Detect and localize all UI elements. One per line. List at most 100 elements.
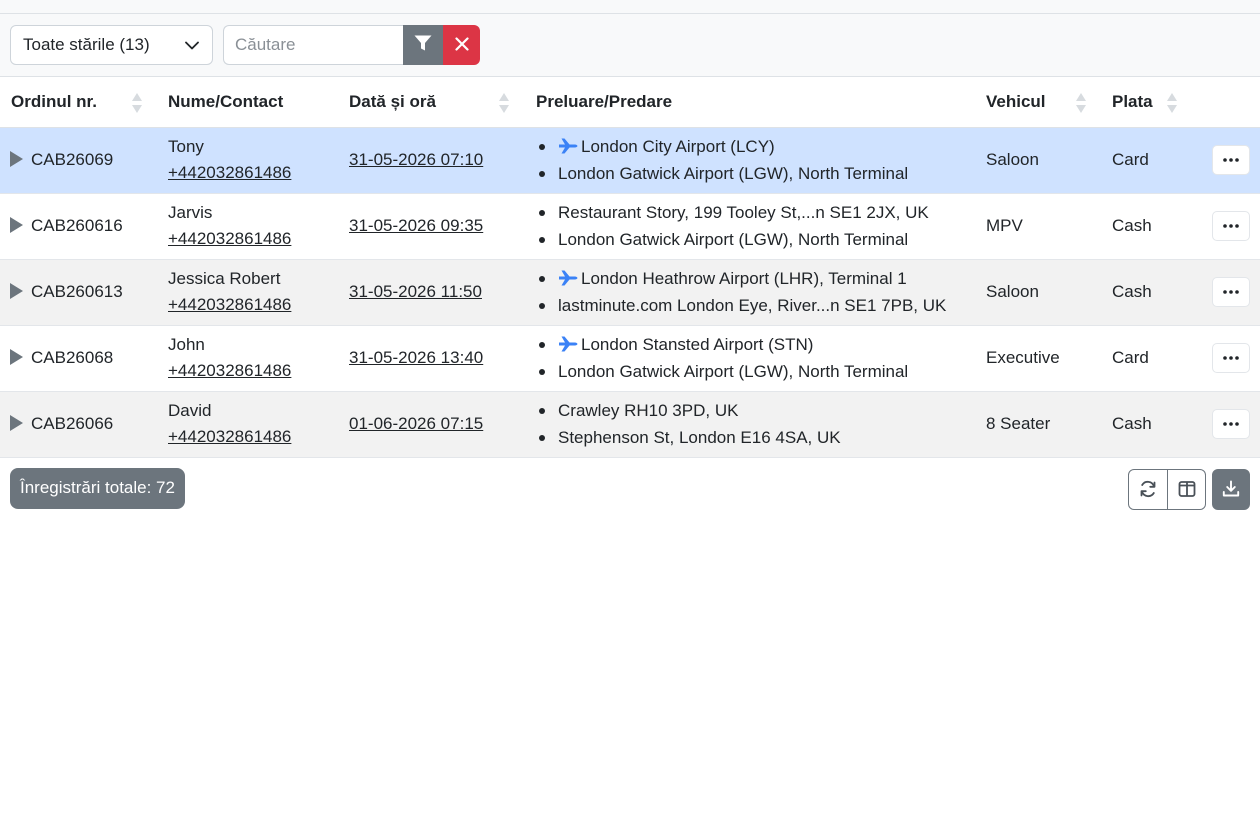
filter-button[interactable]	[403, 25, 443, 65]
booking-datetime-link[interactable]: 31-05-2026 09:35	[349, 216, 483, 235]
caret-right-icon[interactable]	[10, 415, 23, 431]
plane-icon	[559, 138, 578, 154]
column-header-vehicle[interactable]: Vehicul	[975, 77, 1101, 128]
table-row[interactable]: CAB260616 Jarvis +442032861486 31-05-2026…	[0, 193, 1260, 259]
caret-right-icon[interactable]	[10, 349, 23, 365]
plane-icon	[559, 270, 578, 286]
booking-datetime-link[interactable]: 01-06-2026 07:15	[349, 414, 483, 433]
caret-right-icon[interactable]	[10, 217, 23, 233]
table-header-row: Ordinul nr. Nume/Contact Dată și oră Pre…	[0, 77, 1260, 128]
ellipsis-icon	[1223, 422, 1239, 426]
table-row[interactable]: CAB26068 John +442032861486 31-05-2026 13…	[0, 325, 1260, 391]
order-number: CAB26066	[31, 414, 114, 433]
route-list: London Stansted Airport (STN) London Gat…	[536, 331, 975, 385]
vehicle-type: Saloon	[986, 150, 1039, 169]
payment-method: Card	[1112, 150, 1149, 169]
sort-icon	[1167, 93, 1177, 113]
payment-method: Card	[1112, 348, 1149, 367]
customer-name: John	[168, 335, 205, 354]
table-row[interactable]: CAB26069 Tony +442032861486 31-05-2026 07…	[0, 127, 1260, 193]
column-header-payment[interactable]: Plata	[1101, 77, 1196, 128]
sort-icon	[1076, 93, 1086, 113]
customer-name: David	[168, 401, 212, 420]
status-filter-select[interactable]: Toate stările (13)	[10, 25, 213, 65]
column-header-datetime[interactable]: Dată și oră	[338, 77, 525, 128]
ellipsis-icon	[1223, 356, 1239, 360]
dropoff-location: Stephenson St, London E16 4SA, UK	[536, 424, 975, 451]
order-number: CAB26069	[31, 150, 114, 169]
pickup-location: Restaurant Story, 199 Tooley St,...n SE1…	[536, 199, 975, 226]
payment-method: Cash	[1112, 282, 1152, 301]
route-list: Restaurant Story, 199 Tooley St,...n SE1…	[536, 199, 975, 253]
ellipsis-icon	[1223, 224, 1239, 228]
row-actions-button[interactable]	[1212, 409, 1250, 439]
ellipsis-icon	[1223, 290, 1239, 294]
status-filter-label: Toate stările (13)	[23, 35, 150, 54]
column-header-contact: Nume/Contact	[157, 77, 338, 128]
order-number: CAB260613	[31, 282, 123, 301]
dropoff-location: London Gatwick Airport (LGW), North Term…	[536, 160, 975, 187]
dropoff-location: London Gatwick Airport (LGW), North Term…	[536, 358, 975, 385]
download-button[interactable]	[1212, 468, 1250, 510]
search-input[interactable]	[223, 25, 403, 65]
close-icon	[454, 36, 469, 54]
customer-phone-link[interactable]: +442032861486	[168, 160, 338, 186]
route-list: London City Airport (LCY) London Gatwick…	[536, 133, 975, 187]
payment-method: Cash	[1112, 216, 1152, 235]
row-actions-button[interactable]	[1212, 277, 1250, 307]
customer-phone-link[interactable]: +442032861486	[168, 292, 338, 318]
caret-right-icon[interactable]	[10, 283, 23, 299]
booking-datetime-link[interactable]: 31-05-2026 07:10	[349, 150, 483, 169]
table-row[interactable]: CAB260613 Jessica Robert +442032861486 31…	[0, 259, 1260, 325]
column-header-route: Preluare/Predare	[525, 77, 975, 128]
booking-datetime-link[interactable]: 31-05-2026 11:50	[349, 282, 482, 301]
row-actions-button[interactable]	[1212, 343, 1250, 373]
columns-icon	[1178, 481, 1195, 497]
column-header-actions	[1196, 77, 1260, 128]
toolbar: Toate stările (13)	[0, 14, 1260, 77]
customer-name: Tony	[168, 137, 204, 156]
clear-search-button[interactable]	[443, 25, 480, 65]
filter-icon	[414, 35, 432, 55]
row-actions-button[interactable]	[1212, 145, 1250, 175]
search-group	[223, 25, 480, 65]
pickup-location: London Heathrow Airport (LHR), Terminal …	[536, 265, 975, 292]
ellipsis-icon	[1223, 158, 1239, 162]
order-number: CAB26068	[31, 348, 114, 367]
customer-phone-link[interactable]: +442032861486	[168, 358, 338, 384]
download-icon	[1222, 480, 1240, 497]
vehicle-type: MPV	[986, 216, 1023, 235]
table-tools	[1128, 468, 1250, 510]
dropoff-location: London Gatwick Airport (LGW), North Term…	[536, 226, 975, 253]
customer-phone-link[interactable]: +442032861486	[168, 226, 338, 252]
pickup-location: London City Airport (LCY)	[536, 133, 975, 160]
sort-icon	[132, 93, 142, 113]
payment-method: Cash	[1112, 414, 1152, 433]
plane-icon	[559, 336, 578, 352]
customer-name: Jarvis	[168, 203, 213, 222]
vehicle-type: Saloon	[986, 282, 1039, 301]
booking-datetime-link[interactable]: 31-05-2026 13:40	[349, 348, 483, 367]
refresh-button[interactable]	[1128, 468, 1168, 510]
caret-right-icon[interactable]	[10, 151, 23, 167]
orders-table: Ordinul nr. Nume/Contact Dată și oră Pre…	[0, 77, 1260, 458]
sort-icon	[499, 93, 509, 113]
order-number: CAB260616	[31, 216, 123, 235]
table-row[interactable]: CAB26066 David +442032861486 01-06-2026 0…	[0, 391, 1260, 457]
dropoff-location: lastminute.com London Eye, River...n SE1…	[536, 292, 975, 319]
columns-toggle-button[interactable]	[1168, 468, 1206, 510]
column-header-order[interactable]: Ordinul nr.	[0, 77, 157, 128]
pickup-location: Crawley RH10 3PD, UK	[536, 397, 975, 424]
chevron-down-icon	[184, 37, 200, 53]
top-strip	[0, 0, 1260, 14]
route-list: Crawley RH10 3PD, UK Stephenson St, Lond…	[536, 397, 975, 451]
total-records-badge: Înregistrări totale: 72	[10, 467, 185, 509]
row-actions-button[interactable]	[1212, 211, 1250, 241]
pickup-location: London Stansted Airport (STN)	[536, 331, 975, 358]
refresh-icon	[1140, 481, 1156, 497]
table-footer: Înregistrări totale: 72	[0, 458, 1260, 528]
route-list: London Heathrow Airport (LHR), Terminal …	[536, 265, 975, 319]
customer-phone-link[interactable]: +442032861486	[168, 424, 338, 450]
vehicle-type: Executive	[986, 348, 1060, 367]
vehicle-type: 8 Seater	[986, 414, 1051, 433]
